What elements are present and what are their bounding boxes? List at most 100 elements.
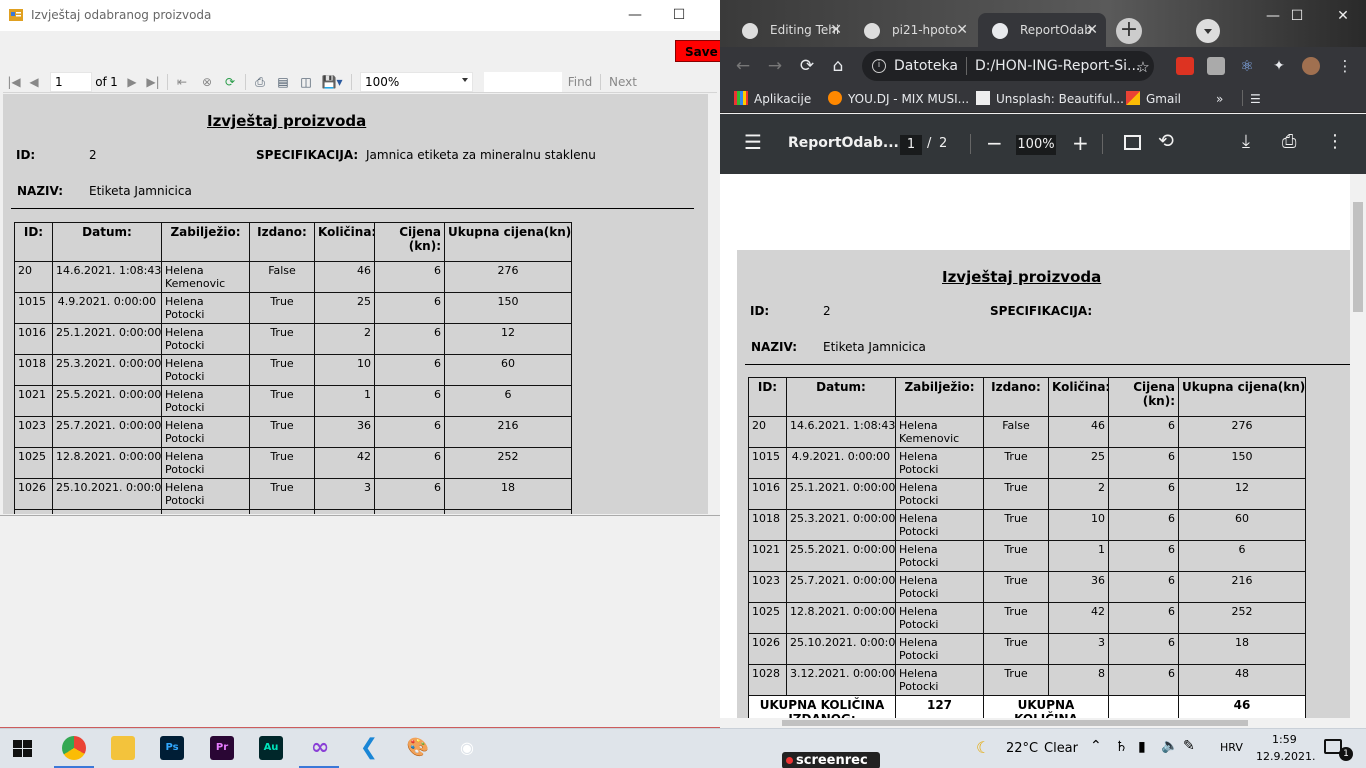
pdf-ext-icon[interactable]	[1207, 57, 1225, 75]
last-page-icon[interactable]: ▶|	[145, 74, 161, 90]
info-icon[interactable]: i	[872, 59, 886, 73]
cell-zabiljezio: Helena Potocki	[895, 447, 984, 479]
pdf-viewer[interactable]: Izvještaj proizvoda ID: 2 SPECIFIKACIJA:…	[720, 174, 1366, 728]
cell-ukupno: 6	[444, 385, 572, 417]
extensions-icon[interactable]: ✦	[1270, 57, 1288, 75]
minimize-button[interactable]: —	[612, 0, 658, 31]
pdf-zoom-input[interactable]: 100%	[1016, 135, 1056, 155]
pen-icon[interactable]: ✎	[1183, 738, 1195, 754]
scroll-thumb[interactable]	[782, 720, 1248, 726]
visual-studio-icon[interactable]: ∞	[308, 736, 332, 760]
weather-text[interactable]: Clear	[1044, 741, 1078, 756]
start-windows-icon[interactable]	[13, 740, 33, 758]
close-icon[interactable]: ✕	[956, 13, 968, 47]
chrome-icon[interactable]	[62, 736, 86, 760]
download-icon[interactable]: ⤓	[1242, 131, 1250, 152]
fit-page-icon[interactable]	[1124, 135, 1141, 150]
bookmark-youdj[interactable]: YOU.DJ - MIX MUSI...	[828, 90, 969, 108]
volume-icon[interactable]: 🔈	[1161, 738, 1178, 754]
vscode-icon[interactable]: ❮	[357, 736, 381, 760]
next-page-icon[interactable]: ▶	[125, 74, 139, 90]
bookmark-apps[interactable]: Aplikacije	[734, 90, 811, 108]
react-icon[interactable]: ⚛	[1238, 57, 1256, 75]
language-indicator[interactable]: HRV	[1220, 741, 1243, 754]
first-page-icon[interactable]: |◀	[7, 74, 21, 90]
window-titlebar[interactable]: Izvještaj odabranog proizvoda — ☐	[0, 0, 720, 31]
page-number-input[interactable]: 1	[50, 72, 92, 92]
rotate-icon[interactable]: ⟲	[1158, 130, 1174, 152]
more-bookmarks-icon[interactable]: »	[1216, 90, 1223, 108]
screenrec-badge[interactable]: screenrec	[782, 752, 880, 768]
report-scrollbar[interactable]	[708, 94, 718, 514]
pdf-scrollbar-horizontal[interactable]	[720, 718, 1366, 728]
export-icon[interactable]: 💾▾	[320, 74, 344, 90]
paint-icon[interactable]: 🎨	[406, 736, 430, 760]
back-icon[interactable]: ⇤	[175, 74, 189, 90]
sidebar-menu-icon[interactable]: ☰	[744, 132, 762, 152]
prev-page-icon[interactable]: ◀	[27, 74, 41, 90]
battery-icon[interactable]: ▮	[1138, 739, 1146, 755]
chevron-up-icon[interactable]: ⌃	[1090, 738, 1102, 754]
new-tab-button[interactable]: +	[1116, 18, 1142, 44]
avatar[interactable]	[1302, 57, 1320, 75]
cell-izdano: True	[983, 509, 1049, 541]
bookmark-label: Aplikacije	[754, 92, 812, 106]
reading-list-icon[interactable]: ☰	[1250, 90, 1261, 108]
pdf-page-input[interactable]: 1	[900, 135, 922, 155]
address-bar[interactable]: i Datoteka D:/HON-ING-Report-Si...	[862, 51, 1154, 81]
tab-report[interactable]: ReportOdab ✕	[978, 13, 1106, 47]
adblock-icon[interactable]	[1176, 57, 1194, 75]
cell-datum: 3.12.2021. 0:00:00	[52, 509, 162, 514]
save-button[interactable]: Save F	[675, 40, 720, 62]
pdf-toolbar: ☰ ReportOdab... 1 / 2 − 100% + ⟲ ⤓ ⎙ ⋮	[720, 114, 1366, 174]
file-explorer-icon[interactable]	[111, 736, 135, 760]
pdf-scrollbar-vertical[interactable]	[1350, 174, 1366, 718]
more-options-icon[interactable]: ⋮	[1326, 131, 1344, 152]
cell-kolicina: 25	[314, 292, 375, 324]
find-link[interactable]: Find	[565, 74, 595, 90]
network-icon[interactable]: ♄	[1115, 739, 1128, 755]
clock-time[interactable]: 1:59	[1272, 733, 1297, 746]
close-icon[interactable]: ✕	[1086, 13, 1098, 47]
weather-temp[interactable]: 22°C	[1006, 741, 1038, 756]
photoshop-icon[interactable]: Ps	[160, 736, 184, 760]
print-icon[interactable]: ⎙	[1282, 131, 1296, 152]
cell-izdano: False	[249, 261, 315, 293]
page-setup-icon[interactable]: ◫	[297, 74, 315, 90]
reload-icon[interactable]: ⟳	[796, 55, 818, 77]
home-icon[interactable]: ⌂	[827, 55, 849, 77]
report-canvas[interactable]: Izvještaj proizvoda ID: 2 SPECIFIKACIJA:…	[3, 94, 717, 514]
close-window-button[interactable]: ✕	[1320, 0, 1366, 32]
tab-search-button[interactable]	[1196, 19, 1220, 43]
refresh-icon[interactable]: ⟳	[221, 74, 239, 90]
clock-date[interactable]: 12.9.2021.	[1256, 750, 1315, 763]
tab-editing[interactable]: Editing Tehi ✕	[728, 13, 850, 47]
print-icon[interactable]: ⎙	[251, 74, 269, 90]
premiere-icon[interactable]: Pr	[210, 736, 234, 760]
maximize-button[interactable]: ☐	[1274, 0, 1320, 32]
audition-icon[interactable]: Au	[259, 736, 283, 760]
forward-icon[interactable]: →	[764, 55, 786, 77]
back-icon[interactable]: ←	[732, 55, 754, 77]
next-link[interactable]: Next	[608, 74, 638, 90]
app-icon[interactable]: ◉	[455, 736, 479, 760]
close-icon[interactable]: ✕	[830, 13, 842, 47]
scroll-thumb[interactable]	[1353, 202, 1363, 312]
find-input[interactable]	[484, 72, 562, 92]
menu-dots-icon[interactable]: ⋮	[1334, 55, 1356, 77]
cell-datum: 4.9.2021. 0:00:00	[786, 447, 896, 479]
zoom-in-icon[interactable]: +	[1072, 131, 1089, 155]
zoom-select[interactable]: 100%	[360, 72, 473, 92]
bookmark-gmail[interactable]: Gmail	[1126, 90, 1181, 108]
bookmark-unsplash[interactable]: Unsplash: Beautiful...	[976, 90, 1124, 108]
cell-kolicina: 42	[314, 447, 375, 479]
print-layout-icon[interactable]: ▤	[274, 74, 292, 90]
moon-icon[interactable]: ☾	[976, 738, 990, 757]
cell-id: 1028	[14, 509, 53, 514]
maximize-button[interactable]: ☐	[656, 0, 702, 31]
star-icon[interactable]: ☆	[1132, 56, 1154, 78]
tab-pi21[interactable]: pi21-hpoto ✕	[850, 13, 976, 47]
zoom-out-icon[interactable]: −	[986, 131, 1003, 155]
cell-zabiljezio: Helena Potocki	[895, 602, 984, 634]
stop-icon[interactable]: ⊗	[199, 74, 215, 90]
